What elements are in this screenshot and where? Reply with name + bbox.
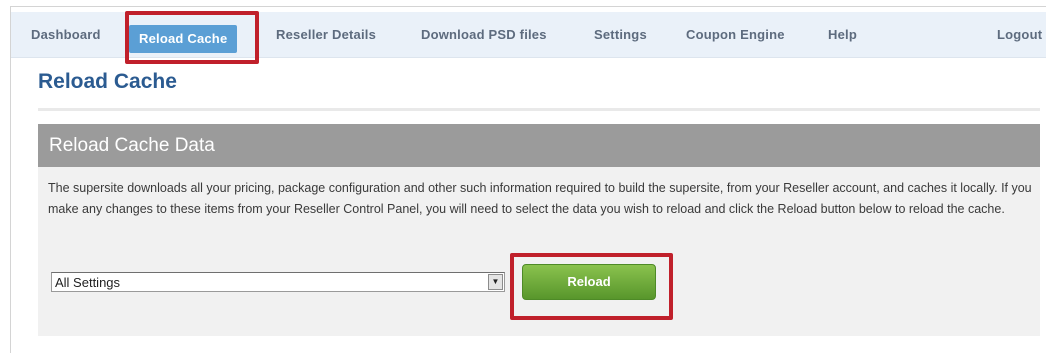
title-divider: [38, 108, 1040, 111]
nav-item-reseller-details[interactable]: Reseller Details: [276, 12, 376, 58]
panel-description: The supersite downloads all your pricing…: [48, 181, 1032, 216]
reload-button[interactable]: Reload: [522, 264, 656, 300]
nav-item-reload-cache[interactable]: Reload Cache: [129, 25, 238, 53]
nav-item-help[interactable]: Help: [828, 12, 857, 58]
panel-title: Reload Cache Data: [38, 124, 1040, 167]
nav-item-settings[interactable]: Settings: [594, 12, 647, 58]
nav-item-logout[interactable]: Logout: [997, 12, 1042, 58]
top-navigation: Dashboard Reload Cache Reseller Details …: [11, 12, 1046, 58]
nav-item-dashboard[interactable]: Dashboard: [31, 12, 101, 58]
page-title: Reload Cache: [38, 70, 177, 93]
nav-item-download-psd-files[interactable]: Download PSD files: [421, 12, 547, 58]
select-value: All Settings: [55, 275, 121, 290]
data-select-dropdown[interactable]: All Settings ▼: [51, 272, 505, 292]
nav-item-coupon-engine[interactable]: Coupon Engine: [686, 12, 785, 58]
reload-cache-panel: Reload Cache Data The supersite download…: [38, 124, 1040, 336]
triangle-down-icon[interactable]: ▼: [488, 274, 503, 290]
